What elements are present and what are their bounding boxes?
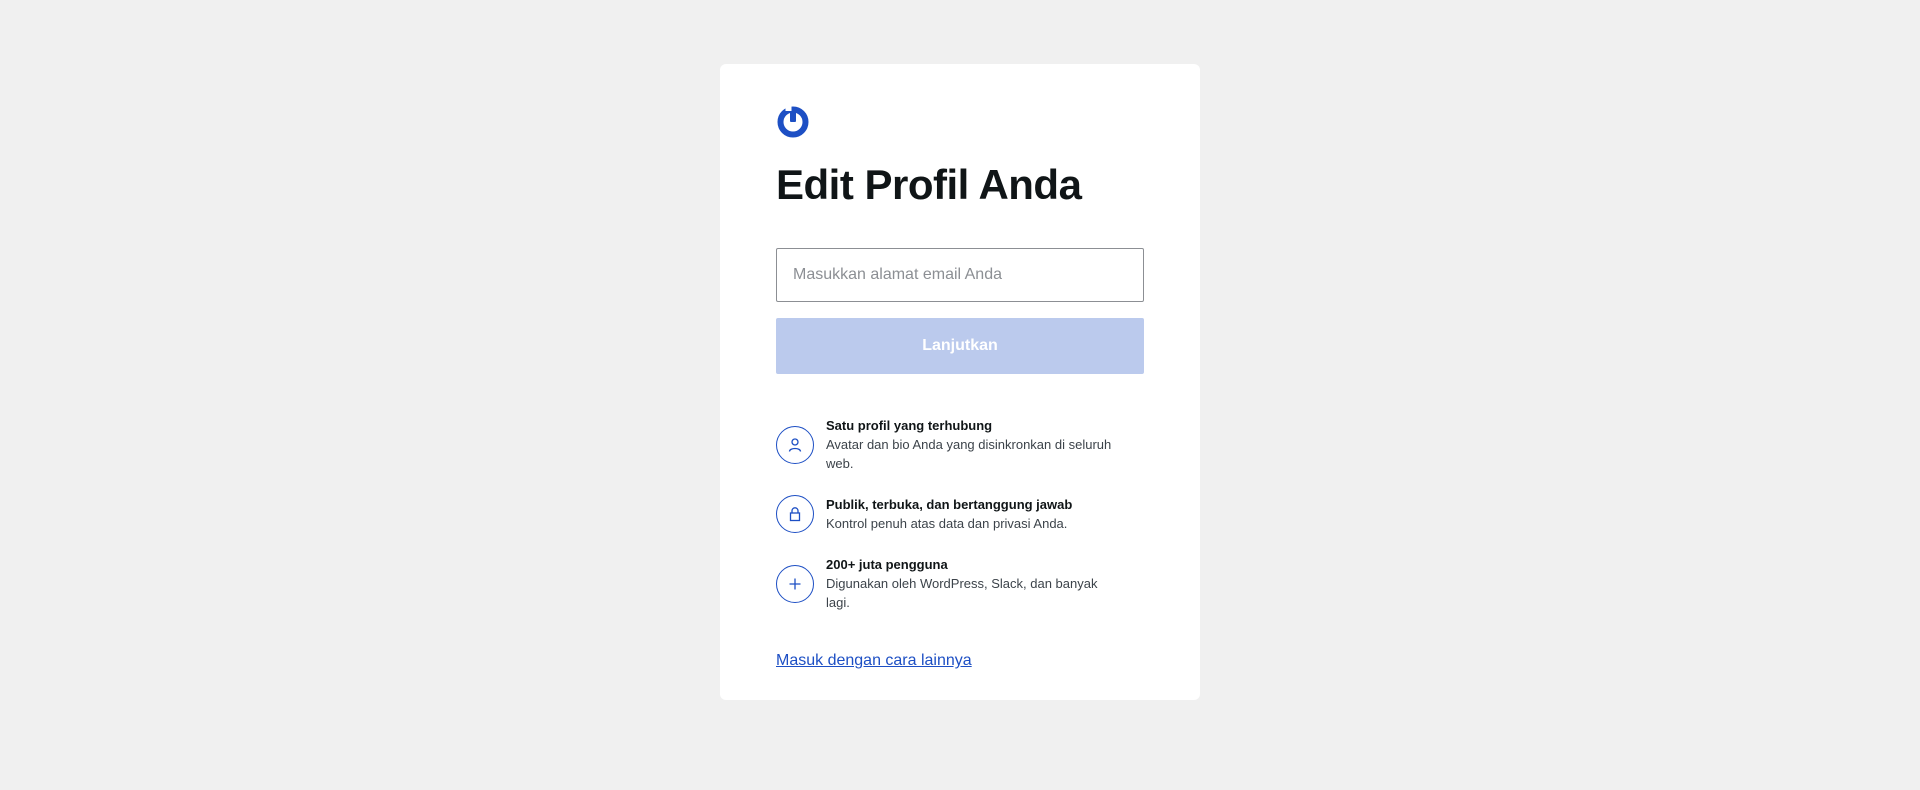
feature-title: 200+ juta pengguna: [826, 557, 948, 573]
alt-signin-link[interactable]: Masuk dengan cara lainnya: [776, 652, 972, 670]
feature-title: Satu profil yang terhubung: [826, 418, 993, 434]
feature-description: Digunakan oleh WordPress, Slack, dan ban…: [826, 576, 1098, 611]
email-input[interactable]: [776, 248, 1144, 303]
feature-description: Avatar dan bio Anda yang disinkronkan di…: [826, 437, 1112, 472]
gravatar-logo-icon: [777, 104, 809, 138]
continue-button[interactable]: Lanjutkan: [776, 318, 1144, 375]
feature-text: 200+ juta pengguna Digunakan oleh WordPr…: [826, 555, 1116, 612]
feature-item-users-count: 200+ juta pengguna Digunakan oleh WordPr…: [776, 555, 1144, 612]
login-card: Edit Profil Anda Lanjutkan Satu profil y…: [720, 64, 1200, 700]
feature-text: Satu profil yang terhubung Avatar dan bi…: [826, 416, 1116, 473]
feature-title: Publik, terbuka, dan bertanggung jawab: [826, 497, 1073, 513]
features-list: Satu profil yang terhubung Avatar dan bi…: [776, 416, 1144, 612]
page-title: Edit Profil Anda: [776, 161, 1082, 208]
feature-text: Publik, terbuka, dan bertanggung jawab K…: [826, 495, 1072, 533]
feature-item-connected-profile: Satu profil yang terhubung Avatar dan bi…: [776, 416, 1144, 473]
lock-icon: [776, 495, 814, 534]
feature-item-public-open: Publik, terbuka, dan bertanggung jawab K…: [776, 495, 1144, 534]
user-icon: [776, 425, 814, 464]
plus-icon: [776, 564, 814, 603]
feature-description: Kontrol penuh atas data dan privasi Anda…: [826, 516, 1068, 532]
